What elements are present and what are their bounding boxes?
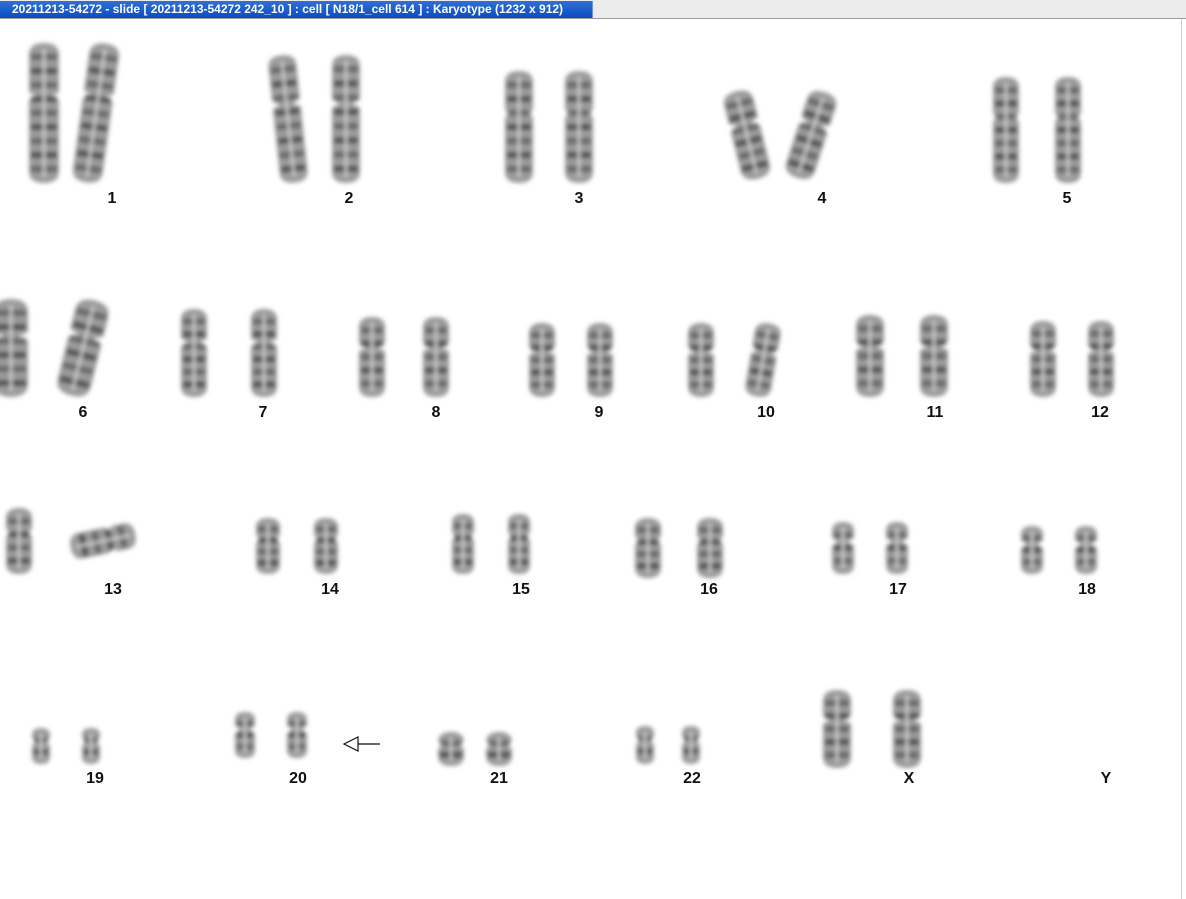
chromosome-5-b [1055, 77, 1081, 183]
chromosome-pair-20 [235, 712, 307, 758]
label-chr-12: 12 [1091, 404, 1109, 421]
chromosome-X-a [823, 690, 851, 768]
chromosome-9-a [529, 323, 555, 397]
window-titlebar: 20211213-54272 - slide [ 20211213-54272 … [0, 0, 1186, 19]
label-chr-x: X [903, 770, 915, 787]
chromosome-pair-14 [256, 518, 338, 574]
chromosome-pair-11 [856, 315, 948, 397]
chromosome-4-b [785, 90, 837, 180]
chromosome-9-b [587, 323, 613, 397]
chromosome-12-b [1088, 321, 1114, 397]
chromosome-16-b [697, 518, 723, 578]
chromosome-15-b [508, 514, 530, 574]
chromosome-1-a [29, 43, 59, 183]
label-chr-18: 18 [1078, 581, 1096, 598]
label-chr-20: 20 [289, 770, 307, 787]
chromosome-pair-5 [993, 77, 1081, 183]
chromosome-7-a [181, 309, 207, 397]
chromosome-1-b [72, 43, 120, 183]
karyotype-drawing [0, 43, 1114, 768]
chromosome-20-b [287, 712, 307, 758]
label-chr-1: 1 [107, 190, 117, 207]
chromosome-6-b [57, 299, 109, 397]
chromosome-5-a [993, 77, 1019, 183]
chromosome-pair-7 [181, 309, 277, 397]
chromosome-pair-9 [529, 323, 613, 397]
chromosome-pair-19 [32, 728, 100, 764]
chromosome-2-b [332, 55, 360, 183]
chromosome-13-a [6, 508, 32, 574]
annotation-arrow [342, 736, 380, 752]
chromosome-pair-8 [359, 317, 449, 397]
label-chr-7: 7 [258, 404, 268, 421]
chromosome-12-a [1030, 321, 1056, 397]
chromosome-19-b [82, 728, 100, 764]
chromosome-17-b [886, 522, 908, 574]
label-chr-10: 10 [757, 404, 775, 421]
label-chr-16: 16 [700, 581, 718, 598]
chromosome-11-a [856, 315, 884, 397]
chromosome-pair-X [823, 690, 921, 768]
karyotype-canvas: 1 2 3 4 5 6 7 8 9 10 11 12 13 14 15 16 1… [0, 19, 1186, 899]
chromosome-15-a [452, 514, 474, 574]
label-chr-14: 14 [321, 581, 339, 598]
chromosome-17-a [832, 522, 854, 574]
label-chr-5: 5 [1062, 190, 1072, 207]
chromosome-16-a [635, 518, 661, 578]
label-chr-22: 22 [683, 770, 701, 787]
label-chr-21: 21 [490, 770, 508, 787]
chromosome-pair-15 [452, 514, 530, 574]
label-chr-y: Y [1100, 770, 1112, 787]
chromosome-13-b [70, 523, 136, 559]
chromosome-3-b [565, 71, 593, 183]
chromosome-10-a [688, 323, 714, 397]
chromosome-18-b [1075, 526, 1097, 574]
label-chr-4: 4 [817, 190, 827, 207]
chromosome-pair-2 [268, 55, 360, 183]
chromosome-4-a [724, 90, 770, 180]
window-title-tab[interactable]: 20211213-54272 - slide [ 20211213-54272 … [0, 1, 593, 18]
label-chr-6: 6 [78, 404, 88, 421]
chromosome-pair-1 [29, 43, 120, 183]
label-chr-8: 8 [431, 404, 441, 421]
chromosome-21-a [438, 732, 464, 766]
chromosome-pair-16 [635, 518, 723, 578]
chromosome-6-a [0, 299, 28, 397]
label-chr-15: 15 [512, 581, 530, 598]
chromosome-22-b [682, 726, 700, 764]
chromosome-14-a [256, 518, 280, 574]
chromosome-19-a [32, 728, 50, 764]
chromosome-pair-17 [832, 522, 908, 574]
chromosome-8-a [359, 317, 385, 397]
label-chr-17: 17 [889, 581, 907, 598]
chromosome-X-b [893, 690, 921, 768]
chromosome-pair-22 [636, 726, 700, 764]
chromosome-20-a [235, 712, 255, 758]
label-chr-2: 2 [344, 190, 354, 207]
chromosome-22-a [636, 726, 654, 764]
chromosome-14-b [314, 518, 338, 574]
chromosome-pair-6 [0, 299, 109, 397]
chromosome-pair-10 [688, 323, 781, 397]
chromosome-10-b [745, 323, 781, 397]
chromosome-pair-18 [1021, 526, 1097, 574]
chromosome-pair-3 [505, 71, 593, 183]
chromosome-pair-21 [438, 732, 512, 766]
label-chr-9: 9 [594, 404, 604, 421]
window-title: 20211213-54272 - slide [ 20211213-54272 … [12, 2, 564, 16]
chromosome-pair-12 [1030, 321, 1114, 397]
chromosome-pair-4 [724, 90, 837, 180]
chromosome-11-b [920, 315, 948, 397]
chromosome-pair-13 [6, 508, 136, 574]
label-chr-19: 19 [86, 770, 104, 787]
chromosome-21-b [486, 732, 512, 766]
chromosome-7-b [251, 309, 277, 397]
chromosome-18-a [1021, 526, 1043, 574]
chromosome-8-b [423, 317, 449, 397]
chromosome-3-a [505, 71, 533, 183]
label-chr-13: 13 [104, 581, 122, 598]
label-chr-11: 11 [926, 404, 944, 421]
label-chr-3: 3 [574, 190, 584, 207]
chromosome-2-a [268, 55, 308, 183]
